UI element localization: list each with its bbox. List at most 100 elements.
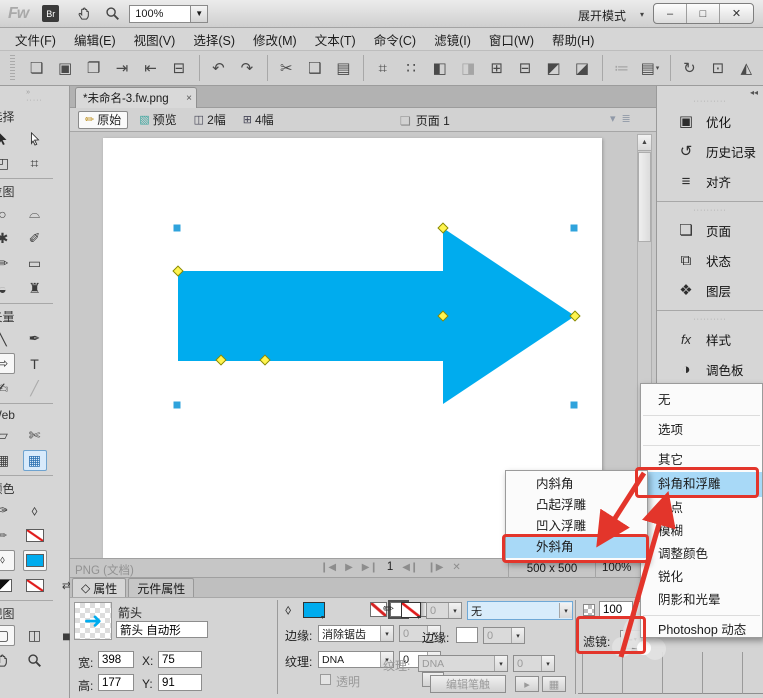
submenu-item-凹入浮雕[interactable]: 凹入浮雕: [506, 516, 647, 537]
menu-file[interactable]: 文件(F): [6, 28, 65, 51]
filter-menu-item-斜角和浮雕[interactable]: 斜角和浮雕: [641, 472, 762, 497]
tab-close-icon[interactable]: ×: [186, 93, 192, 104]
x-input[interactable]: [158, 651, 202, 668]
standard-screen-button-icon[interactable]: ▢: [0, 625, 15, 646]
panel-item-pages[interactable]: ❏页面: [657, 215, 763, 245]
panel-item-states[interactable]: ⧉状态: [657, 245, 763, 275]
text-tool-icon[interactable]: T: [23, 353, 47, 374]
stroke-edge-swatch[interactable]: [456, 627, 478, 643]
knife-tool-icon[interactable]: ╱: [23, 378, 47, 399]
slice-tool-icon[interactable]: ✄: [23, 425, 47, 446]
filter-menu-item-杂点[interactable]: 杂点: [641, 497, 762, 520]
status-zoom-label[interactable]: 100%: [602, 562, 631, 574]
panel-item-palette[interactable]: ◑调色板: [657, 354, 763, 384]
polygon-lasso-tool-icon[interactable]: ⌓: [23, 203, 47, 224]
next-frame-button[interactable]: ❙▶: [427, 562, 443, 573]
menu-select[interactable]: 选择(S): [184, 28, 244, 51]
scrollbar-thumb[interactable]: [638, 152, 651, 242]
filter-menu-item-其它[interactable]: 其它: [641, 449, 762, 472]
hide-slices-button-icon[interactable]: ▦: [0, 450, 15, 471]
align-menu-icon[interactable]: ▤▾: [638, 56, 661, 80]
export-area-tool-icon[interactable]: ◰: [0, 153, 15, 174]
menu-modify[interactable]: 修改(M): [244, 28, 306, 51]
scroll-up-icon[interactable]: ▲: [638, 135, 651, 151]
minimize-button[interactable]: –: [654, 4, 687, 23]
hand-tool-icon[interactable]: [0, 650, 15, 671]
arrow-autoshape-tool-icon[interactable]: ⇨: [0, 353, 15, 374]
brush-tool-icon[interactable]: ✐: [23, 228, 47, 249]
combine-shapes-icon[interactable]: ◧: [428, 56, 451, 80]
lasso-tool-icon[interactable]: ○: [0, 203, 15, 224]
stamp-tool-icon[interactable]: ♜: [23, 278, 47, 299]
selection-handle[interactable]: [571, 402, 578, 409]
rotate-canvas-icon[interactable]: ↻: [678, 56, 701, 80]
opacity-input[interactable]: [599, 601, 633, 618]
pen-tool-icon[interactable]: ✒: [23, 328, 47, 349]
zoom-tool-icon[interactable]: [23, 650, 47, 671]
undo-icon[interactable]: ↶: [207, 56, 230, 80]
cut-icon[interactable]: ✂: [275, 56, 298, 80]
prev-frame-button[interactable]: ◀❙: [402, 562, 418, 573]
magic-wand-tool-icon[interactable]: ✱: [0, 228, 15, 249]
transparent-checkbox[interactable]: [320, 674, 331, 685]
blur-tool-icon[interactable]: ◒: [0, 278, 15, 299]
four-up-view-button[interactable]: ⊞4幅: [237, 111, 280, 129]
submenu-item-外斜角[interactable]: 外斜角: [506, 537, 647, 558]
menu-view[interactable]: 视图(V): [125, 28, 185, 51]
crop-tool-icon[interactable]: ⌗: [23, 153, 47, 174]
pencil-tool-icon[interactable]: ✏: [0, 253, 15, 274]
stroke-category-select[interactable]: 无▾: [467, 601, 573, 620]
bridge-button[interactable]: Br: [42, 5, 59, 22]
zoom-level-select[interactable]: 100%: [129, 5, 191, 23]
tab-properties[interactable]: ◇ 属性: [72, 578, 126, 597]
panel-collapse-icon[interactable]: ◂◂: [750, 88, 758, 97]
panel-item-layers[interactable]: ❖图层: [657, 275, 763, 305]
subselection-tool-icon[interactable]: [23, 128, 47, 149]
stroke-color-chip[interactable]: [23, 525, 47, 546]
open-icon[interactable]: ❐: [82, 56, 105, 80]
eyedropper-tool-icon[interactable]: ✑: [0, 500, 15, 521]
print-icon[interactable]: ⊟: [167, 56, 190, 80]
maximize-button[interactable]: □: [687, 4, 720, 23]
tab-symbol-properties[interactable]: 元件属性: [128, 578, 194, 597]
menu-window[interactable]: 窗口(W): [480, 28, 543, 51]
close-button[interactable]: ✕: [720, 4, 753, 23]
send-back-icon[interactable]: ◪: [570, 56, 593, 80]
flip-icon[interactable]: ◭: [735, 56, 758, 80]
menu-commands[interactable]: 命令(C): [365, 28, 425, 51]
redo-icon[interactable]: ↷: [235, 56, 258, 80]
control-point[interactable]: [570, 311, 580, 321]
add-filter-button[interactable]: +▾: [620, 630, 642, 649]
marquee-icon[interactable]: ⌗: [371, 56, 394, 80]
zoom-level-caret-icon[interactable]: ▼: [191, 5, 208, 23]
freeform-tool-icon[interactable]: ✍: [0, 378, 15, 399]
page-options-icon[interactable]: ≣: [622, 112, 631, 125]
two-up-view-button[interactable]: ◫2幅: [188, 111, 232, 129]
filter-menu-item-模糊[interactable]: 模糊: [641, 520, 762, 543]
fill-color-icon-icon[interactable]: ⬨: [0, 550, 15, 571]
menu-edit[interactable]: 编辑(E): [65, 28, 125, 51]
menu-filters[interactable]: 滤镜(I): [425, 28, 480, 51]
page-indicator[interactable]: ❏ 页面 1: [400, 112, 450, 129]
line-tool-icon[interactable]: ╲: [0, 328, 15, 349]
full-screen-menus-button-icon[interactable]: ◫: [23, 625, 47, 646]
first-frame-button[interactable]: ❙◀: [320, 562, 336, 573]
zoom-icon[interactable]: [101, 4, 123, 24]
group-icon[interactable]: ⊞: [485, 56, 508, 80]
document-tab[interactable]: *未命名-3.fw.png ×: [75, 87, 197, 108]
selection-handle[interactable]: [174, 402, 181, 409]
selection-handle[interactable]: [571, 225, 578, 232]
bring-front-icon[interactable]: ◩: [542, 56, 565, 80]
default-colors-button[interactable]: [0, 575, 15, 596]
submenu-item-内斜角[interactable]: 内斜角: [506, 474, 647, 495]
filter-menu-item-锐化[interactable]: 锐化: [641, 566, 762, 589]
ungroup-icon[interactable]: ⊟: [513, 56, 536, 80]
arrow-shape[interactable]: [178, 228, 575, 404]
import-icon[interactable]: ⇥: [110, 56, 133, 80]
menu-help[interactable]: 帮助(H): [543, 28, 603, 51]
paste-icon[interactable]: ▤: [332, 56, 355, 80]
panel-item-styles[interactable]: fx样式: [657, 324, 763, 354]
eraser-tool-icon[interactable]: ▭: [23, 253, 47, 274]
save-icon[interactable]: ▣: [53, 56, 76, 80]
filter-menu-item-选项[interactable]: 选项: [641, 419, 762, 442]
